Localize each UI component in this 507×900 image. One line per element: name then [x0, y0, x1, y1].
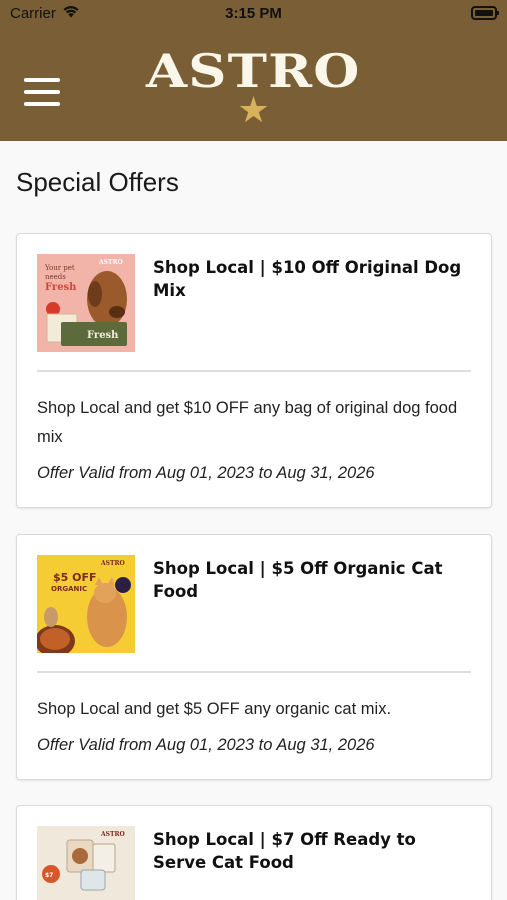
svg-text:needs: needs: [45, 273, 66, 281]
page-title: Special Offers: [16, 167, 179, 197]
offer-title: Shop Local | $7 Off Ready to Serve Cat F…: [153, 830, 416, 872]
svg-text:$7: $7: [45, 872, 53, 879]
clock: 3:15 PM: [225, 5, 282, 22]
offer-title: Shop Local | $5 Off Organic Cat Food: [153, 559, 443, 601]
svg-text:Your pet: Your pet: [44, 264, 75, 272]
svg-text:Fresh: Fresh: [87, 330, 119, 341]
svg-text:ORGANIC: ORGANIC: [51, 585, 87, 593]
svg-text:ASTRO: ASTRO: [100, 831, 125, 838]
status-bar: Carrier 3:15 PM: [0, 0, 507, 28]
offer-image: ASTRO $5 OFF ORGANIC: [37, 555, 135, 653]
offer-validity: Offer Valid from Aug 01, 2023 to Aug 31,…: [37, 736, 375, 754]
svg-text:ASTRO: ASTRO: [100, 560, 125, 567]
divider: [37, 671, 471, 673]
battery-icon: [471, 6, 499, 20]
offer-description: Shop Local and get $5 OFF any organic ca…: [37, 700, 392, 718]
offer-card[interactable]: ASTRO $7 CAT FOOD Shop Local | $7 Off Re…: [16, 805, 492, 900]
svg-text:ASTRO: ASTRO: [98, 259, 123, 266]
svg-text:$5 OFF: $5 OFF: [53, 571, 97, 584]
svg-text:Fresh: Fresh: [45, 282, 77, 293]
offers-screen: Special Offers Your pet needs Fresh ASTR…: [0, 141, 507, 900]
star-icon: ★: [237, 89, 270, 130]
offer-card[interactable]: Your pet needs Fresh ASTRO Fresh Shop Lo…: [16, 233, 492, 508]
offer-title: Shop Local | $10 Off Original Dog Mix: [153, 258, 462, 300]
top-navigation-bar: ASTRO ★: [0, 28, 507, 141]
offer-image: Your pet needs Fresh ASTRO Fresh: [37, 254, 135, 352]
divider: [37, 370, 471, 372]
offer-validity: Offer Valid from Aug 01, 2023 to Aug 31,…: [37, 464, 375, 482]
offer-image: ASTRO $7 CAT FOOD: [37, 826, 135, 900]
offer-description: Shop Local and get $10 OFF any bag of or…: [37, 399, 458, 446]
offer-card[interactable]: ASTRO $5 OFF ORGANIC Shop Local | $5 Off…: [16, 534, 492, 780]
